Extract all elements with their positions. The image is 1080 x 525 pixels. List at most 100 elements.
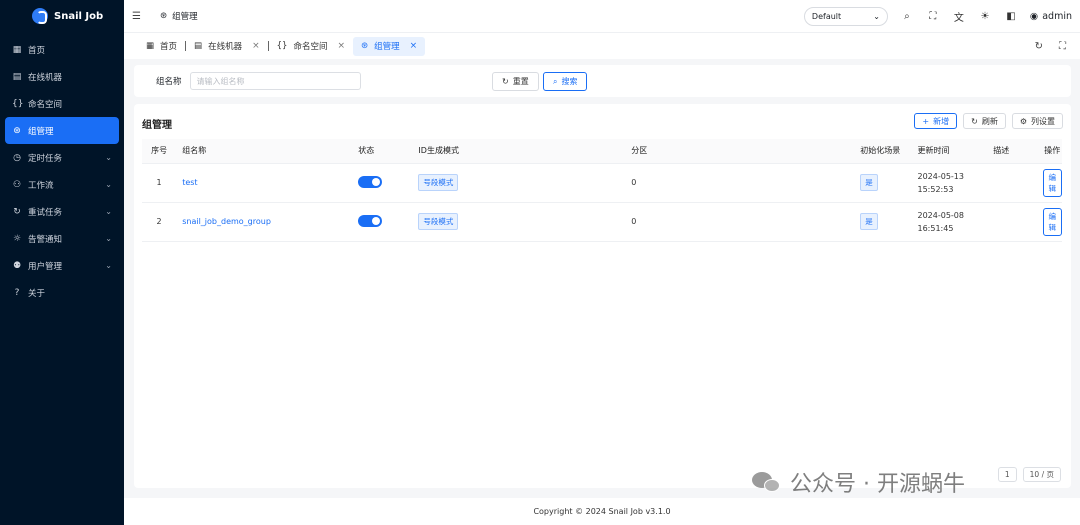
- sidebar-item[interactable]: ☼ 告警通知 ⌄: [0, 225, 124, 252]
- app-logo[interactable]: Snail Job: [0, 0, 124, 32]
- tabs-bar: ▦ 首页 ▤ 在线机器 × {} 命名空间 × ⊛ 组管理 × ↻ ⛶: [124, 32, 1080, 59]
- card-title: 组管理: [142, 120, 172, 131]
- add-button[interactable]: + 新增: [914, 113, 958, 129]
- user-menu[interactable]: ◉ admin: [1030, 11, 1072, 22]
- id-mode-tag: 号段模式: [418, 213, 459, 230]
- namespace-icon: {}: [276, 41, 288, 51]
- chevron-down-icon: ⌄: [873, 11, 880, 21]
- tab[interactable]: ▤ 在线机器 ×: [186, 37, 268, 56]
- group-name-link[interactable]: snail_job_demo_group: [182, 217, 271, 226]
- tab-label: 组管理: [374, 42, 400, 52]
- chevron-down-icon: ⌄: [105, 234, 112, 243]
- page-button[interactable]: 1: [997, 467, 1017, 482]
- page-size-label: 10 / 页: [1029, 470, 1054, 479]
- sidebar-item[interactable]: ⊛ 组管理: [5, 117, 119, 144]
- sidebar: Snail Job ▦ 首页 ▤ 在线机器{} 命名空间 ⊛ 组管理 ◷ 定时任务 ⌄ ⚇ 工作流 ⌄ ↻…: [0, 0, 124, 525]
- sidebar-item-label: 告警通知: [28, 234, 63, 245]
- sidebar-item[interactable]: ▤ 在线机器: [0, 63, 124, 90]
- group-table: 序号 组名称 状态 ID生成模式 分区 初始化场景 更新时间 描述 操作 1 te…: [142, 139, 1062, 242]
- sidebar-item-label: 命名空间: [28, 99, 63, 110]
- sidebar-item-label: 工作流: [28, 180, 54, 191]
- refresh-icon: ↻: [971, 116, 978, 126]
- chevron-down-icon: ⌄: [105, 261, 112, 270]
- sidebar-item[interactable]: ⚉ 用户管理 ⌄: [0, 252, 124, 279]
- description-value: [985, 163, 1043, 203]
- sidebar-item-label: 用户管理: [28, 261, 63, 272]
- edit-button[interactable]: 编辑: [1042, 207, 1062, 236]
- namespace-icon: {}: [12, 98, 24, 109]
- row-index: 1: [142, 163, 177, 203]
- watermark: 公众号 · 开源蜗牛: [752, 466, 965, 498]
- search-icon: ⌕: [553, 76, 558, 86]
- sidebar-item-label: 定时任务: [28, 153, 63, 164]
- footer: Copyright © 2024 Snail Job v3.1.0: [124, 498, 1080, 525]
- theme-config-icon[interactable]: ◧: [1004, 11, 1018, 22]
- table-row: 1 test 号段模式 0 是 2024-05-13 15:52:53 编辑: [142, 163, 1062, 203]
- status-toggle[interactable]: [358, 175, 383, 188]
- reset-button[interactable]: ↻ 重置: [492, 72, 539, 91]
- sidebar-item-label: 首页: [28, 45, 46, 56]
- tab[interactable]: ▦ 首页: [138, 37, 185, 56]
- home-icon: ▦: [146, 41, 155, 51]
- tab[interactable]: {} 命名空间 ×: [269, 37, 353, 56]
- fullscreen-content-icon[interactable]: ⛶: [1059, 41, 1066, 52]
- status-toggle[interactable]: [358, 214, 383, 227]
- tab-label: 首页: [160, 42, 178, 52]
- table-header-row: 序号 组名称 状态 ID生成模式 分区 初始化场景 更新时间 描述 操作: [142, 139, 1062, 164]
- sidebar-item[interactable]: ▦ 首页: [0, 36, 124, 63]
- chevron-down-icon: ⌄: [105, 180, 112, 189]
- tab[interactable]: ⊛ 组管理 ×: [353, 36, 426, 56]
- help-icon: ?: [14, 287, 20, 298]
- tab-label: 命名空间: [293, 42, 328, 52]
- sidebar-item-label: 重试任务: [28, 207, 63, 218]
- dashboard-icon: ▦: [12, 44, 22, 55]
- top-header: ☰ ⊛ 组管理 Default ⌄ ⌕ ⛶ 文 ☀ ◧ ◉ admin: [124, 0, 1080, 32]
- theme-select[interactable]: Default ⌄: [803, 6, 888, 26]
- close-icon[interactable]: ×: [410, 41, 418, 51]
- menu-toggle-icon[interactable]: ☰: [132, 11, 146, 22]
- sidebar-item[interactable]: ↻ 重试任务 ⌄: [0, 198, 124, 225]
- language-icon[interactable]: 文: [952, 9, 966, 24]
- timer-icon: ◷: [13, 152, 21, 163]
- close-icon[interactable]: ×: [337, 41, 345, 51]
- group-name-search-input[interactable]: [189, 72, 361, 90]
- sidebar-item[interactable]: ? 关于: [0, 279, 124, 306]
- partition-value: 0: [511, 163, 801, 203]
- users-icon: ⚉: [12, 260, 22, 271]
- reload-icon[interactable]: ↻: [1035, 41, 1043, 52]
- header-status: 状态: [358, 139, 409, 164]
- search-button[interactable]: ⌕ 搜索: [543, 72, 588, 91]
- search-panel: 组名称 ↻ 重置 ⌕ 搜索: [134, 65, 1071, 97]
- breadcrumb: ⊛ 组管理: [160, 10, 198, 22]
- pagination: 1 10 / 页: [997, 467, 1061, 482]
- group-icon: ⊛: [160, 11, 168, 21]
- sidebar-item[interactable]: {} 命名空间: [0, 90, 124, 117]
- group-name-link[interactable]: test: [182, 178, 197, 187]
- reset-label: 重置: [512, 77, 529, 86]
- edit-button[interactable]: 编辑: [1042, 168, 1062, 197]
- header-updated: 更新时间: [917, 139, 986, 164]
- header-group-name: 组名称: [176, 139, 359, 164]
- updated-time: 16:51:45: [917, 223, 954, 233]
- id-mode-tag: 号段模式: [418, 174, 459, 191]
- theme-sun-icon[interactable]: ☀: [978, 11, 992, 22]
- sidebar-item-label: 在线机器: [28, 72, 63, 83]
- breadcrumb-current: 组管理: [172, 12, 198, 22]
- sidebar-item[interactable]: ⚇ 工作流 ⌄: [0, 171, 124, 198]
- reset-icon: ↻: [502, 77, 509, 86]
- column-settings-button[interactable]: ⚙ 列设置: [1011, 113, 1063, 129]
- updated-date: 2024-05-08: [917, 210, 964, 220]
- search-label: 组名称: [156, 77, 182, 87]
- close-icon[interactable]: ×: [252, 41, 260, 51]
- refresh-button[interactable]: ↻ 刷新: [963, 113, 1006, 129]
- sidebar-item-label: 组管理: [28, 126, 54, 137]
- search-icon[interactable]: ⌕: [900, 11, 914, 22]
- fullscreen-icon[interactable]: ⛶: [926, 11, 940, 22]
- alarm-icon: ☼: [12, 233, 22, 244]
- sidebar-item[interactable]: ◷ 定时任务 ⌄: [0, 144, 124, 171]
- page-size-select[interactable]: 10 / 页: [1022, 467, 1061, 482]
- server-icon: ▤: [194, 41, 203, 51]
- updated-date: 2024-05-13: [917, 171, 964, 181]
- gear-icon: ⚙: [1019, 116, 1027, 126]
- group-icon: ⊛: [13, 125, 21, 136]
